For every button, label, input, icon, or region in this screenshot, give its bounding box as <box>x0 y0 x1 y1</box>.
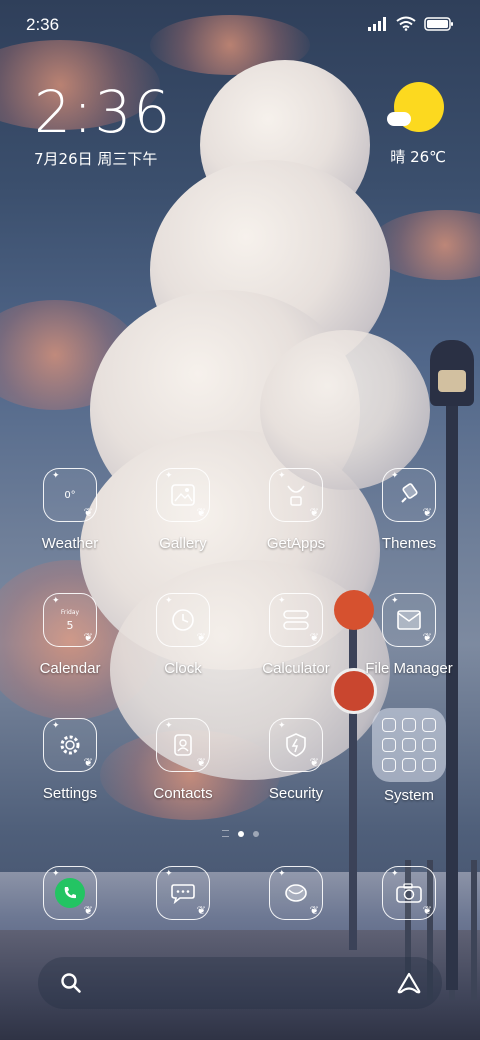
dock-browser[interactable]: ✦ ❦ <box>240 866 352 920</box>
calculator-icon: ✦ ❦ <box>269 593 323 647</box>
weather-text: 晴 26℃ <box>390 148 446 166</box>
app-label: Settings <box>42 785 98 802</box>
messages-icon: ✦ ❦ <box>156 866 210 920</box>
gallery-icon: ✦ ❦ <box>156 468 210 522</box>
app-calendar[interactable]: ✦ Friday 5 ❦ Calendar <box>14 593 126 677</box>
weather-icon: ✦ 0° ❦ <box>43 468 97 522</box>
dock-camera[interactable]: ✦ ❦ <box>353 866 465 920</box>
signal-icon <box>368 16 386 31</box>
settings-icon: ✦ ❦ <box>43 718 97 772</box>
app-label: Gallery <box>159 535 207 552</box>
app-label: File Manager <box>365 660 453 677</box>
app-settings[interactable]: ✦ ❦ Settings <box>14 718 126 802</box>
app-label: Weather <box>41 535 99 552</box>
app-themes[interactable]: ✦ ❦ Themes <box>353 468 465 552</box>
page-dot <box>252 830 259 837</box>
app-contacts[interactable]: ✦ ❦ Contacts <box>127 718 239 802</box>
security-icon: ✦ ❦ <box>269 718 323 772</box>
widget-date: 7月26日 周三下午 <box>34 150 158 168</box>
wifi-icon <box>396 16 416 31</box>
contacts-icon: ✦ ❦ <box>156 718 210 772</box>
app-getapps[interactable]: ✦ ❦ GetApps <box>240 468 352 552</box>
app-label: GetApps <box>266 535 326 552</box>
file-manager-icon: ✦ ❦ <box>382 593 436 647</box>
camera-icon: ✦ ❦ <box>382 866 436 920</box>
app-file-manager[interactable]: ✦ ❦ File Manager <box>353 593 465 677</box>
app-label: Contacts <box>153 785 213 802</box>
app-label: Calculator <box>262 660 330 677</box>
search-icon[interactable] <box>60 972 82 994</box>
app-label: System <box>383 787 434 804</box>
calendar-icon: ✦ Friday 5 ❦ <box>43 593 97 647</box>
app-label: Security <box>268 785 324 802</box>
themes-icon: ✦ ❦ <box>382 468 436 522</box>
status-bar: 2:36 <box>0 0 480 50</box>
app-label: Clock <box>164 660 202 677</box>
battery-icon <box>424 16 453 31</box>
page-list-icon <box>221 830 229 837</box>
status-time: 2:36 <box>26 15 60 34</box>
clock-widget[interactable]: 2:36 7月26日 周三下午 <box>34 80 172 169</box>
app-label: Calendar <box>39 660 101 677</box>
sunny-icon <box>387 82 444 136</box>
page-dot <box>237 830 244 837</box>
app-weather[interactable]: ✦ 0° ❦ Weather <box>14 468 126 552</box>
app-calculator[interactable]: ✦ ❦ Calculator <box>240 593 352 677</box>
clock-icon: ✦ ❦ <box>156 593 210 647</box>
dock-messages[interactable]: ✦ ❦ <box>127 866 239 920</box>
app-clock[interactable]: ✦ ❦ Clock <box>127 593 239 677</box>
app-security[interactable]: ✦ ❦ Security <box>240 718 352 802</box>
phone-icon: ✦ ❦ <box>43 866 97 920</box>
page-indicator[interactable] <box>0 830 480 837</box>
getapps-icon: ✦ ❦ <box>269 468 323 522</box>
search-bar[interactable] <box>38 957 442 1009</box>
app-system-folder[interactable]: System <box>353 708 465 804</box>
browser-icon: ✦ ❦ <box>269 866 323 920</box>
folder-icon <box>372 708 446 782</box>
status-icons <box>368 16 454 31</box>
assistant-icon[interactable] <box>396 971 422 995</box>
weather-widget[interactable]: 晴 26℃ <box>356 82 446 167</box>
app-gallery[interactable]: ✦ ❦ Gallery <box>127 468 239 552</box>
dock-phone[interactable]: ✦ ❦ <box>14 866 126 920</box>
app-label: Themes <box>381 535 437 552</box>
widget-time: 2:36 <box>34 78 173 146</box>
